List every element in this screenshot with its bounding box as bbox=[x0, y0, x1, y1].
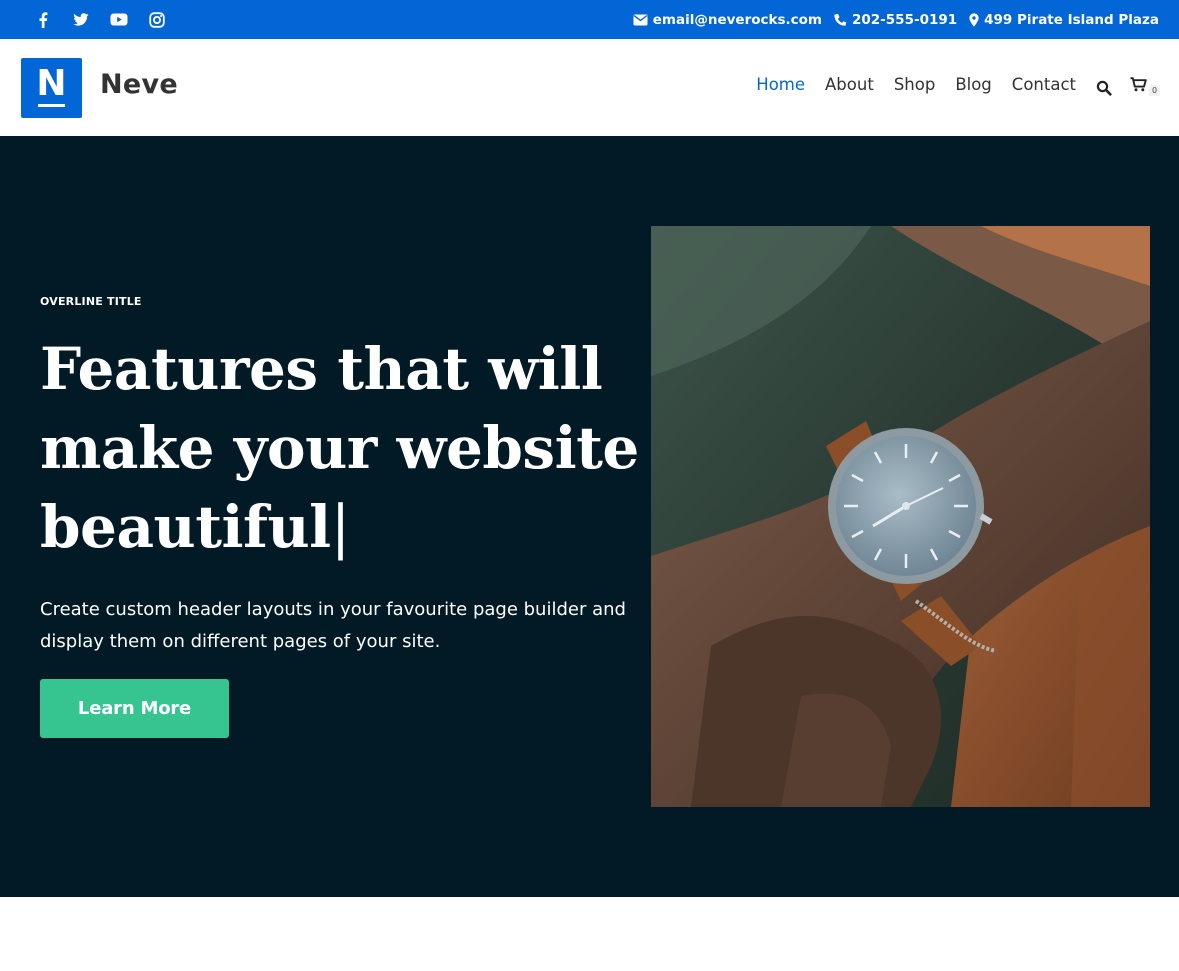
headline-line-3: beautiful bbox=[40, 493, 331, 561]
cart-button[interactable]: 0 bbox=[1130, 77, 1160, 99]
primary-nav: Home About Shop Blog Contact bbox=[756, 75, 1076, 94]
search-icon[interactable] bbox=[1096, 80, 1112, 96]
nav-contact[interactable]: Contact bbox=[1012, 75, 1076, 94]
headline-line-2: make your website bbox=[40, 414, 639, 482]
social-links bbox=[24, 0, 176, 39]
instagram-icon[interactable] bbox=[138, 0, 176, 39]
learn-more-button[interactable]: Learn More bbox=[40, 679, 229, 738]
youtube-icon[interactable] bbox=[100, 0, 138, 39]
email-link[interactable]: email@neverocks.com bbox=[633, 12, 822, 28]
site-logo[interactable]: N bbox=[21, 58, 82, 118]
logo-letter: N bbox=[36, 63, 67, 104]
twitter-icon[interactable] bbox=[62, 0, 100, 39]
hero-description: Create custom header layouts in your fav… bbox=[40, 599, 626, 652]
cart-count-badge: 0 bbox=[1149, 85, 1160, 96]
hero-image-watch bbox=[651, 226, 1150, 807]
nav-blog[interactable]: Blog bbox=[955, 75, 991, 94]
phone-text: 202-555-0191 bbox=[852, 11, 958, 28]
map-pin-icon bbox=[969, 12, 979, 27]
hero-section: OVERLINE TITLE Features that will make y… bbox=[0, 136, 1179, 897]
site-header: N Neve Home About Shop Blog Contact 0 bbox=[0, 39, 1179, 136]
cart-icon bbox=[1130, 77, 1147, 92]
nav-shop[interactable]: Shop bbox=[894, 75, 936, 94]
logo-underline bbox=[38, 104, 65, 107]
hero-headline: Features that will make your website bea… bbox=[40, 330, 640, 567]
facebook-icon[interactable] bbox=[24, 0, 62, 39]
phone-icon bbox=[834, 13, 847, 26]
contact-info: email@neverocks.com 202-555-0191 499 Pir… bbox=[633, 0, 1159, 39]
site-title[interactable]: Neve bbox=[100, 69, 178, 100]
headline-line-1: Features that will bbox=[40, 335, 603, 403]
phone-link[interactable]: 202-555-0191 bbox=[834, 12, 957, 28]
address-link[interactable]: 499 Pirate Island Plaza bbox=[969, 12, 1159, 28]
nav-home[interactable]: Home bbox=[756, 75, 805, 94]
overline-title: OVERLINE TITLE bbox=[40, 295, 142, 308]
envelope-icon bbox=[633, 14, 648, 25]
top-bar: email@neverocks.com 202-555-0191 499 Pir… bbox=[0, 0, 1179, 39]
nav-about[interactable]: About bbox=[825, 75, 874, 94]
typing-caret: | bbox=[330, 493, 351, 561]
address-text: 499 Pirate Island Plaza bbox=[984, 11, 1159, 28]
email-text: email@neverocks.com bbox=[652, 11, 822, 28]
